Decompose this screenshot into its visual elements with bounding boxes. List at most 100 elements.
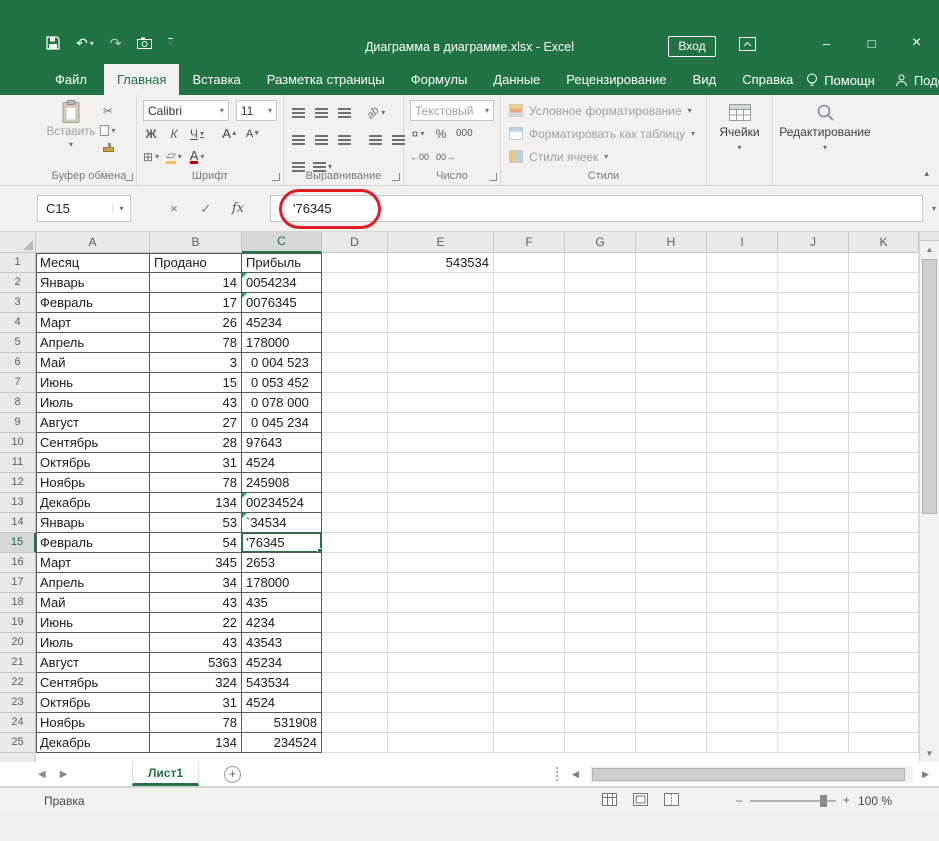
cell-E2[interactable] — [388, 273, 494, 293]
cell-G15[interactable] — [565, 533, 636, 553]
cell-A13[interactable]: Декабрь — [36, 493, 150, 513]
cell-F8[interactable] — [494, 393, 565, 413]
cell-H8[interactable] — [636, 393, 707, 413]
cell-D15[interactable] — [322, 533, 388, 553]
cell-A4[interactable]: Март — [36, 313, 150, 333]
cell-K25[interactable] — [849, 733, 919, 753]
cell-D24[interactable] — [322, 713, 388, 733]
cell-J21[interactable] — [778, 653, 849, 673]
cell-J17[interactable] — [778, 573, 849, 593]
cancel-entry-button[interactable]: × — [160, 201, 188, 216]
cell-G6[interactable] — [565, 353, 636, 373]
select-all-corner[interactable] — [0, 232, 36, 253]
cell-J24[interactable] — [778, 713, 849, 733]
cell-C9[interactable]: 0 045 234 — [242, 413, 322, 433]
cell-F18[interactable] — [494, 593, 565, 613]
split-handle[interactable] — [920, 232, 939, 241]
cell-F14[interactable] — [494, 513, 565, 533]
cell-H1[interactable] — [636, 253, 707, 273]
formula-input[interactable]: '76345 — [270, 195, 923, 222]
cell-E10[interactable] — [388, 433, 494, 453]
cut-button[interactable]: ✂ — [100, 102, 116, 120]
row-header-17[interactable]: 17 — [0, 573, 36, 593]
cell-C1[interactable]: Прибыль — [242, 253, 322, 273]
cell-F17[interactable] — [494, 573, 565, 593]
cell-B25[interactable]: 134 — [150, 733, 242, 753]
cell-I25[interactable] — [707, 733, 778, 753]
cell-A18[interactable]: Май — [36, 593, 150, 613]
cell-K24[interactable] — [849, 713, 919, 733]
cell-H23[interactable] — [636, 693, 707, 713]
cell-K17[interactable] — [849, 573, 919, 593]
cell-I3[interactable] — [707, 293, 778, 313]
cell-H19[interactable] — [636, 613, 707, 633]
cell-H11[interactable] — [636, 453, 707, 473]
cell-E1[interactable]: 543534 — [388, 253, 494, 273]
cell-D25[interactable] — [322, 733, 388, 753]
cell-B9[interactable]: 27 — [150, 413, 242, 433]
cell-J6[interactable] — [778, 353, 849, 373]
save-button[interactable] — [46, 36, 60, 50]
cell-F22[interactable] — [494, 673, 565, 693]
zoom-out-button[interactable]: – — [736, 793, 743, 807]
cell-A25[interactable]: Декабрь — [36, 733, 150, 753]
cell-I15[interactable] — [707, 533, 778, 553]
tab-file[interactable]: Файл — [38, 64, 104, 95]
row-header-19[interactable]: 19 — [0, 613, 36, 633]
cell-C24[interactable]: 531908 — [242, 713, 322, 733]
format-as-table-button[interactable]: Форматировать как таблицу▾ — [509, 123, 698, 144]
cell-C7[interactable]: 0 053 452 — [242, 373, 322, 393]
cell-E11[interactable] — [388, 453, 494, 473]
cell-F19[interactable] — [494, 613, 565, 633]
camera-button[interactable] — [137, 37, 152, 49]
cell-K2[interactable] — [849, 273, 919, 293]
cell-I11[interactable] — [707, 453, 778, 473]
cell-K6[interactable] — [849, 353, 919, 373]
cell-K19[interactable] — [849, 613, 919, 633]
cell-F13[interactable] — [494, 493, 565, 513]
row-header-7[interactable]: 7 — [0, 373, 36, 393]
comma-style-button[interactable]: 000 — [456, 125, 473, 143]
cell-C2[interactable]: 0054234 — [242, 273, 322, 293]
align-left-button[interactable] — [290, 131, 306, 149]
cell-F11[interactable] — [494, 453, 565, 473]
cell-G9[interactable] — [565, 413, 636, 433]
cell-A5[interactable]: Апрель — [36, 333, 150, 353]
row-header-14[interactable]: 14 — [0, 513, 36, 533]
cell-B14[interactable]: 53 — [150, 513, 242, 533]
vertical-scroll-thumb[interactable] — [922, 259, 937, 514]
cell-E17[interactable] — [388, 573, 494, 593]
cell-C14[interactable]: `34534 — [242, 513, 322, 533]
cell-A7[interactable]: Июнь — [36, 373, 150, 393]
cell-G20[interactable] — [565, 633, 636, 653]
cell-D23[interactable] — [322, 693, 388, 713]
cell-C17[interactable]: 178000 — [242, 573, 322, 593]
tab-page-layout[interactable]: Разметка страницы — [254, 64, 398, 95]
cell-B7[interactable]: 15 — [150, 373, 242, 393]
cell-D12[interactable] — [322, 473, 388, 493]
cell-F12[interactable] — [494, 473, 565, 493]
cell-C22[interactable]: 543534 — [242, 673, 322, 693]
cell-A20[interactable]: Июль — [36, 633, 150, 653]
cell-K13[interactable] — [849, 493, 919, 513]
cell-E4[interactable] — [388, 313, 494, 333]
scroll-down-button[interactable]: ▼ — [920, 745, 939, 762]
cell-H9[interactable] — [636, 413, 707, 433]
cell-G24[interactable] — [565, 713, 636, 733]
vertical-scrollbar[interactable]: ▲ ▼ — [919, 232, 939, 762]
cell-H7[interactable] — [636, 373, 707, 393]
cell-F15[interactable] — [494, 533, 565, 553]
cell-K8[interactable] — [849, 393, 919, 413]
column-header-E[interactable]: E — [388, 232, 494, 253]
cell-C18[interactable]: 435 — [242, 593, 322, 613]
cell-J25[interactable] — [778, 733, 849, 753]
cell-E22[interactable] — [388, 673, 494, 693]
cell-E19[interactable] — [388, 613, 494, 633]
cell-E6[interactable] — [388, 353, 494, 373]
enter-entry-button[interactable]: ✓ — [192, 201, 220, 217]
expand-formula-bar-icon[interactable]: ▾ — [932, 204, 936, 213]
column-header-H[interactable]: H — [636, 232, 707, 253]
cell-I4[interactable] — [707, 313, 778, 333]
tab-view[interactable]: Вид — [680, 64, 730, 95]
cell-K3[interactable] — [849, 293, 919, 313]
